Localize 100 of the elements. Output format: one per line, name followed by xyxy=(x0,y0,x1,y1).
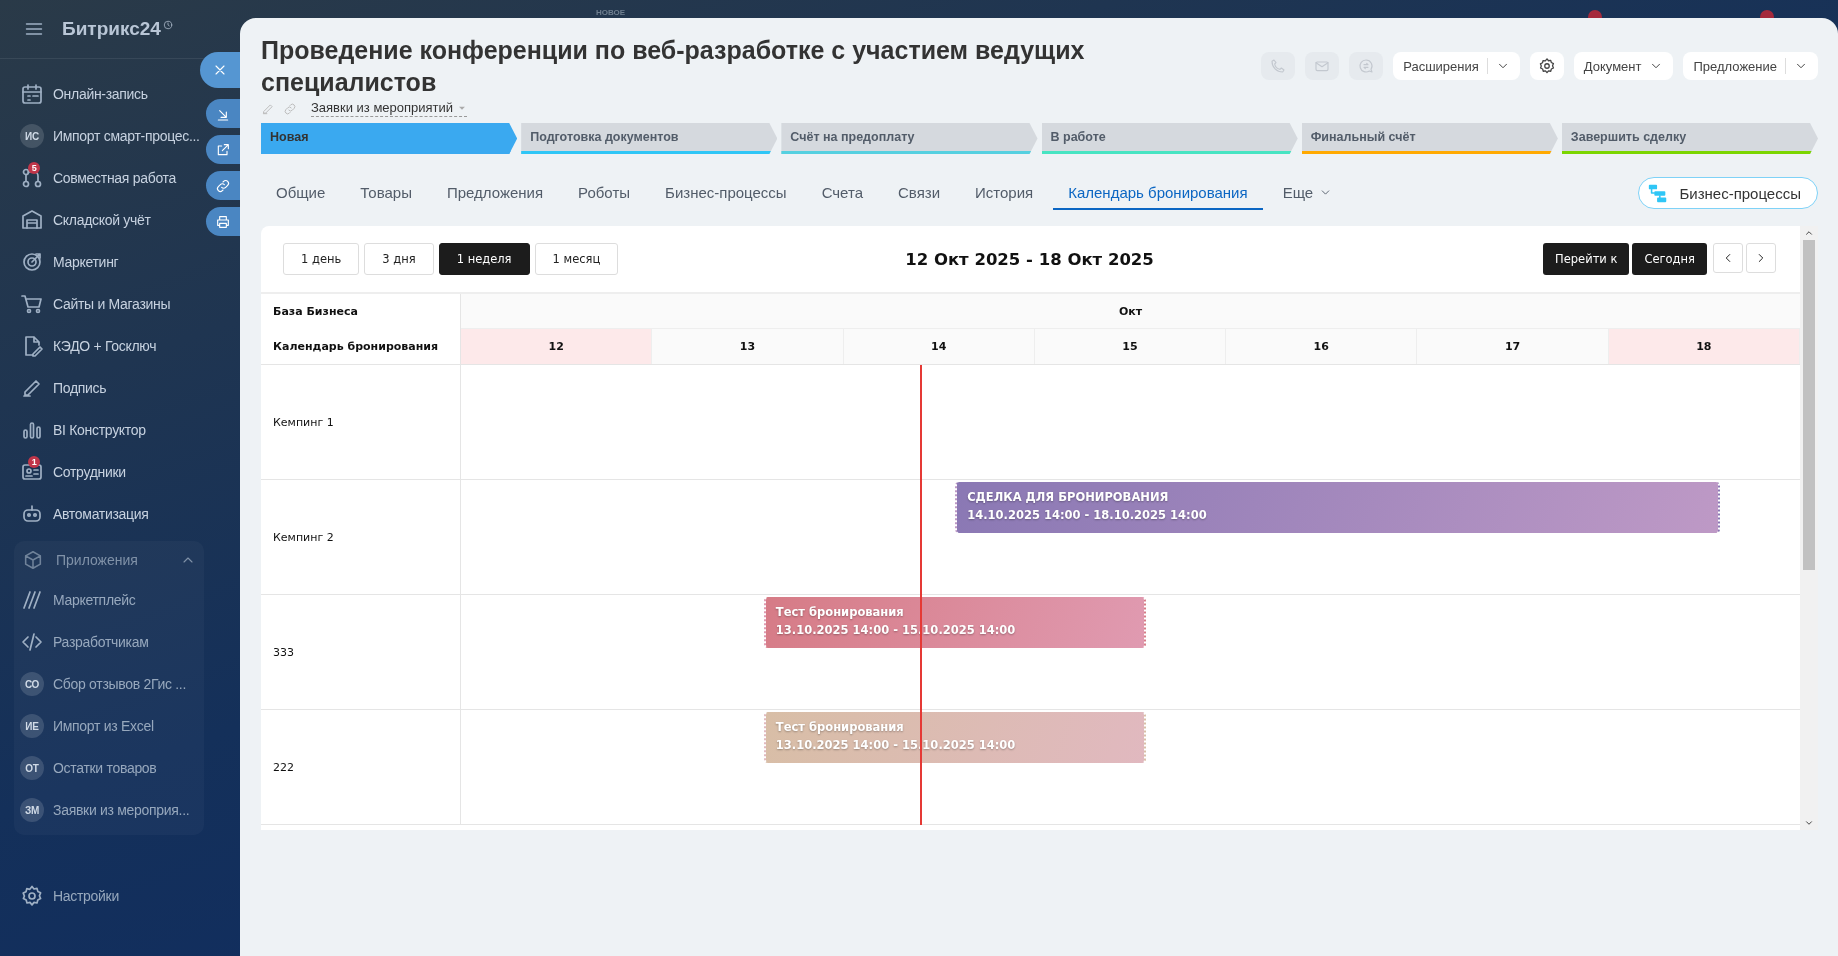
section-header[interactable]: Приложения xyxy=(14,541,204,579)
action-dropdown[interactable]: Документ xyxy=(1573,52,1674,80)
tab[interactable]: Счета xyxy=(806,176,878,210)
tab[interactable]: Общие xyxy=(261,176,341,210)
link-icon[interactable] xyxy=(283,101,297,116)
initials-avatar: ЗМ xyxy=(20,798,44,822)
sidebar-item[interactable]: Разработчикам xyxy=(14,621,200,663)
clock-icon xyxy=(162,20,173,30)
view-button[interactable]: 3 дня xyxy=(364,243,434,275)
sidebar-item[interactable]: 5 Совместная работа xyxy=(0,157,200,199)
tab[interactable]: Товары xyxy=(345,176,427,210)
today-button[interactable]: Сегодня xyxy=(1632,243,1707,275)
goto-button[interactable]: Перейти к xyxy=(1543,243,1630,275)
sidebar-item[interactable]: BI Конструктор xyxy=(0,409,200,451)
calendar-name-label: Календарь бронирования xyxy=(272,339,440,355)
tab[interactable]: Роботы xyxy=(563,176,646,210)
stage-step[interactable]: Финальный счёт xyxy=(1301,123,1558,154)
tab[interactable]: История xyxy=(960,176,1049,210)
target-icon xyxy=(20,250,44,274)
sidebar-item[interactable]: ИЕ Импорт из Excel xyxy=(14,705,200,747)
settings-icon xyxy=(1537,57,1556,75)
copy-link-button[interactable] xyxy=(206,171,240,200)
sidebar-item[interactable]: Маркетплейс xyxy=(14,579,200,621)
phone-icon xyxy=(1270,58,1287,74)
sidebar-item[interactable]: СО Сбор отзывов 2Гис ... xyxy=(14,663,200,705)
warehouse-icon xyxy=(20,208,44,232)
initials-avatar: СО xyxy=(20,672,44,696)
code-icon xyxy=(20,630,44,654)
calendar-icon xyxy=(20,82,44,106)
settings-button[interactable] xyxy=(1529,52,1564,80)
chat-button[interactable] xyxy=(1349,52,1384,80)
day-header: 15 xyxy=(1034,329,1227,364)
stage-step[interactable]: Счёт на предоплату xyxy=(781,123,1038,154)
cube-icon xyxy=(22,549,44,571)
resource-name: Кемпинг 2 xyxy=(261,480,461,595)
resource-name: 222 xyxy=(261,710,461,825)
chat-icon xyxy=(1358,58,1375,74)
tab[interactable]: Предложения xyxy=(431,176,559,210)
initials-avatar: ИС xyxy=(20,124,44,148)
counter-badge: 1 xyxy=(28,456,40,468)
pencil-icon[interactable] xyxy=(261,101,275,116)
stage-step[interactable]: Подготовка документов xyxy=(521,123,778,154)
deal-title: Проведение конференции по веб-разработке с участием ведущих специалистов xyxy=(261,35,1086,98)
tab[interactable]: Календарь бронирования xyxy=(1053,176,1263,210)
sidebar-item[interactable]: ИС Импорт смарт-процес... xyxy=(0,115,200,157)
action-dropdown[interactable]: Предложение xyxy=(1683,52,1818,80)
mail-button[interactable] xyxy=(1305,52,1340,80)
sidebar-item[interactable]: Настройки xyxy=(0,875,200,917)
sidebar-item[interactable]: 1 Сотрудники xyxy=(0,451,200,493)
print-button[interactable] xyxy=(206,207,240,236)
sidebar-item[interactable]: ЗМ Заявки из мероприя... xyxy=(14,789,200,831)
stage-step[interactable]: Новая xyxy=(261,123,518,154)
resource-group-label: База Бизнеса xyxy=(272,304,359,320)
sidebar-item[interactable]: Складской учёт xyxy=(0,199,200,241)
action-dropdown[interactable]: Расширения xyxy=(1393,52,1520,80)
sidebar-item[interactable]: Сайты и Магазины xyxy=(0,283,200,325)
business-process-button[interactable]: Бизнес-процессы xyxy=(1638,177,1818,209)
stripes-icon xyxy=(20,588,44,612)
month-header: Окт xyxy=(461,294,1800,329)
category-dropdown[interactable]: Заявки из мероприятий xyxy=(311,100,468,117)
nodes-icon xyxy=(20,166,44,190)
day-header: 18 xyxy=(1608,329,1800,364)
scrollbar[interactable] xyxy=(1800,226,1818,830)
day-header: 16 xyxy=(1226,329,1418,364)
logo-text: Битрикс24 xyxy=(62,18,161,40)
collapse-button[interactable] xyxy=(206,99,240,128)
previous-button[interactable] xyxy=(1713,243,1743,273)
date-range: 12 Окт 2025 - 18 Окт 2025 xyxy=(904,249,1155,269)
cart-icon xyxy=(20,292,44,316)
tab[interactable]: Бизнес-процессы xyxy=(650,176,802,210)
open-new-window-button[interactable] xyxy=(206,135,240,164)
day-header: 14 xyxy=(843,329,1035,364)
scroll-down-icon xyxy=(1804,818,1814,828)
news-label: НОВОЕ xyxy=(596,8,626,17)
view-button[interactable]: 1 месяц xyxy=(534,243,619,275)
day-header: 17 xyxy=(1417,329,1609,364)
resource-name: Кемпинг 1 xyxy=(261,365,461,480)
resource-name: 333 xyxy=(261,595,461,710)
phone-button[interactable] xyxy=(1261,52,1296,80)
tab[interactable]: Связи xyxy=(883,176,955,210)
stage-step[interactable]: В работе xyxy=(1041,123,1298,154)
day-header: 12 xyxy=(461,329,653,364)
print-icon xyxy=(215,213,231,230)
counter-badge: 5 xyxy=(28,162,40,174)
stage-step[interactable]: Завершить сделку xyxy=(1561,123,1819,154)
day-header: 13 xyxy=(652,329,844,364)
booking-event[interactable]: СДЕЛКА ДЛЯ БРОНИРОВАНИЯ 14.10.2025 14:00 - 18.10.2025 14:00 xyxy=(955,482,1721,533)
sidebar-item[interactable]: Маркетинг xyxy=(0,241,200,283)
tab[interactable]: Еще xyxy=(1267,176,1348,210)
sidebar-item[interactable]: ОТ Остатки товаров xyxy=(14,747,200,789)
view-button[interactable]: 1 неделя xyxy=(438,243,530,275)
next-button[interactable] xyxy=(1746,243,1776,273)
view-button[interactable]: 1 день xyxy=(283,243,360,275)
mail-icon xyxy=(1314,58,1331,74)
sidebar-item[interactable]: Подпись xyxy=(0,367,200,409)
sidebar-item[interactable]: Автоматизация xyxy=(0,493,200,535)
initials-avatar: ИЕ xyxy=(20,714,44,738)
sidebar-item[interactable]: КЭДО + Госключ xyxy=(0,325,200,367)
close-button[interactable] xyxy=(200,52,240,88)
sidebar-item[interactable]: Онлайн-запись xyxy=(0,73,200,115)
